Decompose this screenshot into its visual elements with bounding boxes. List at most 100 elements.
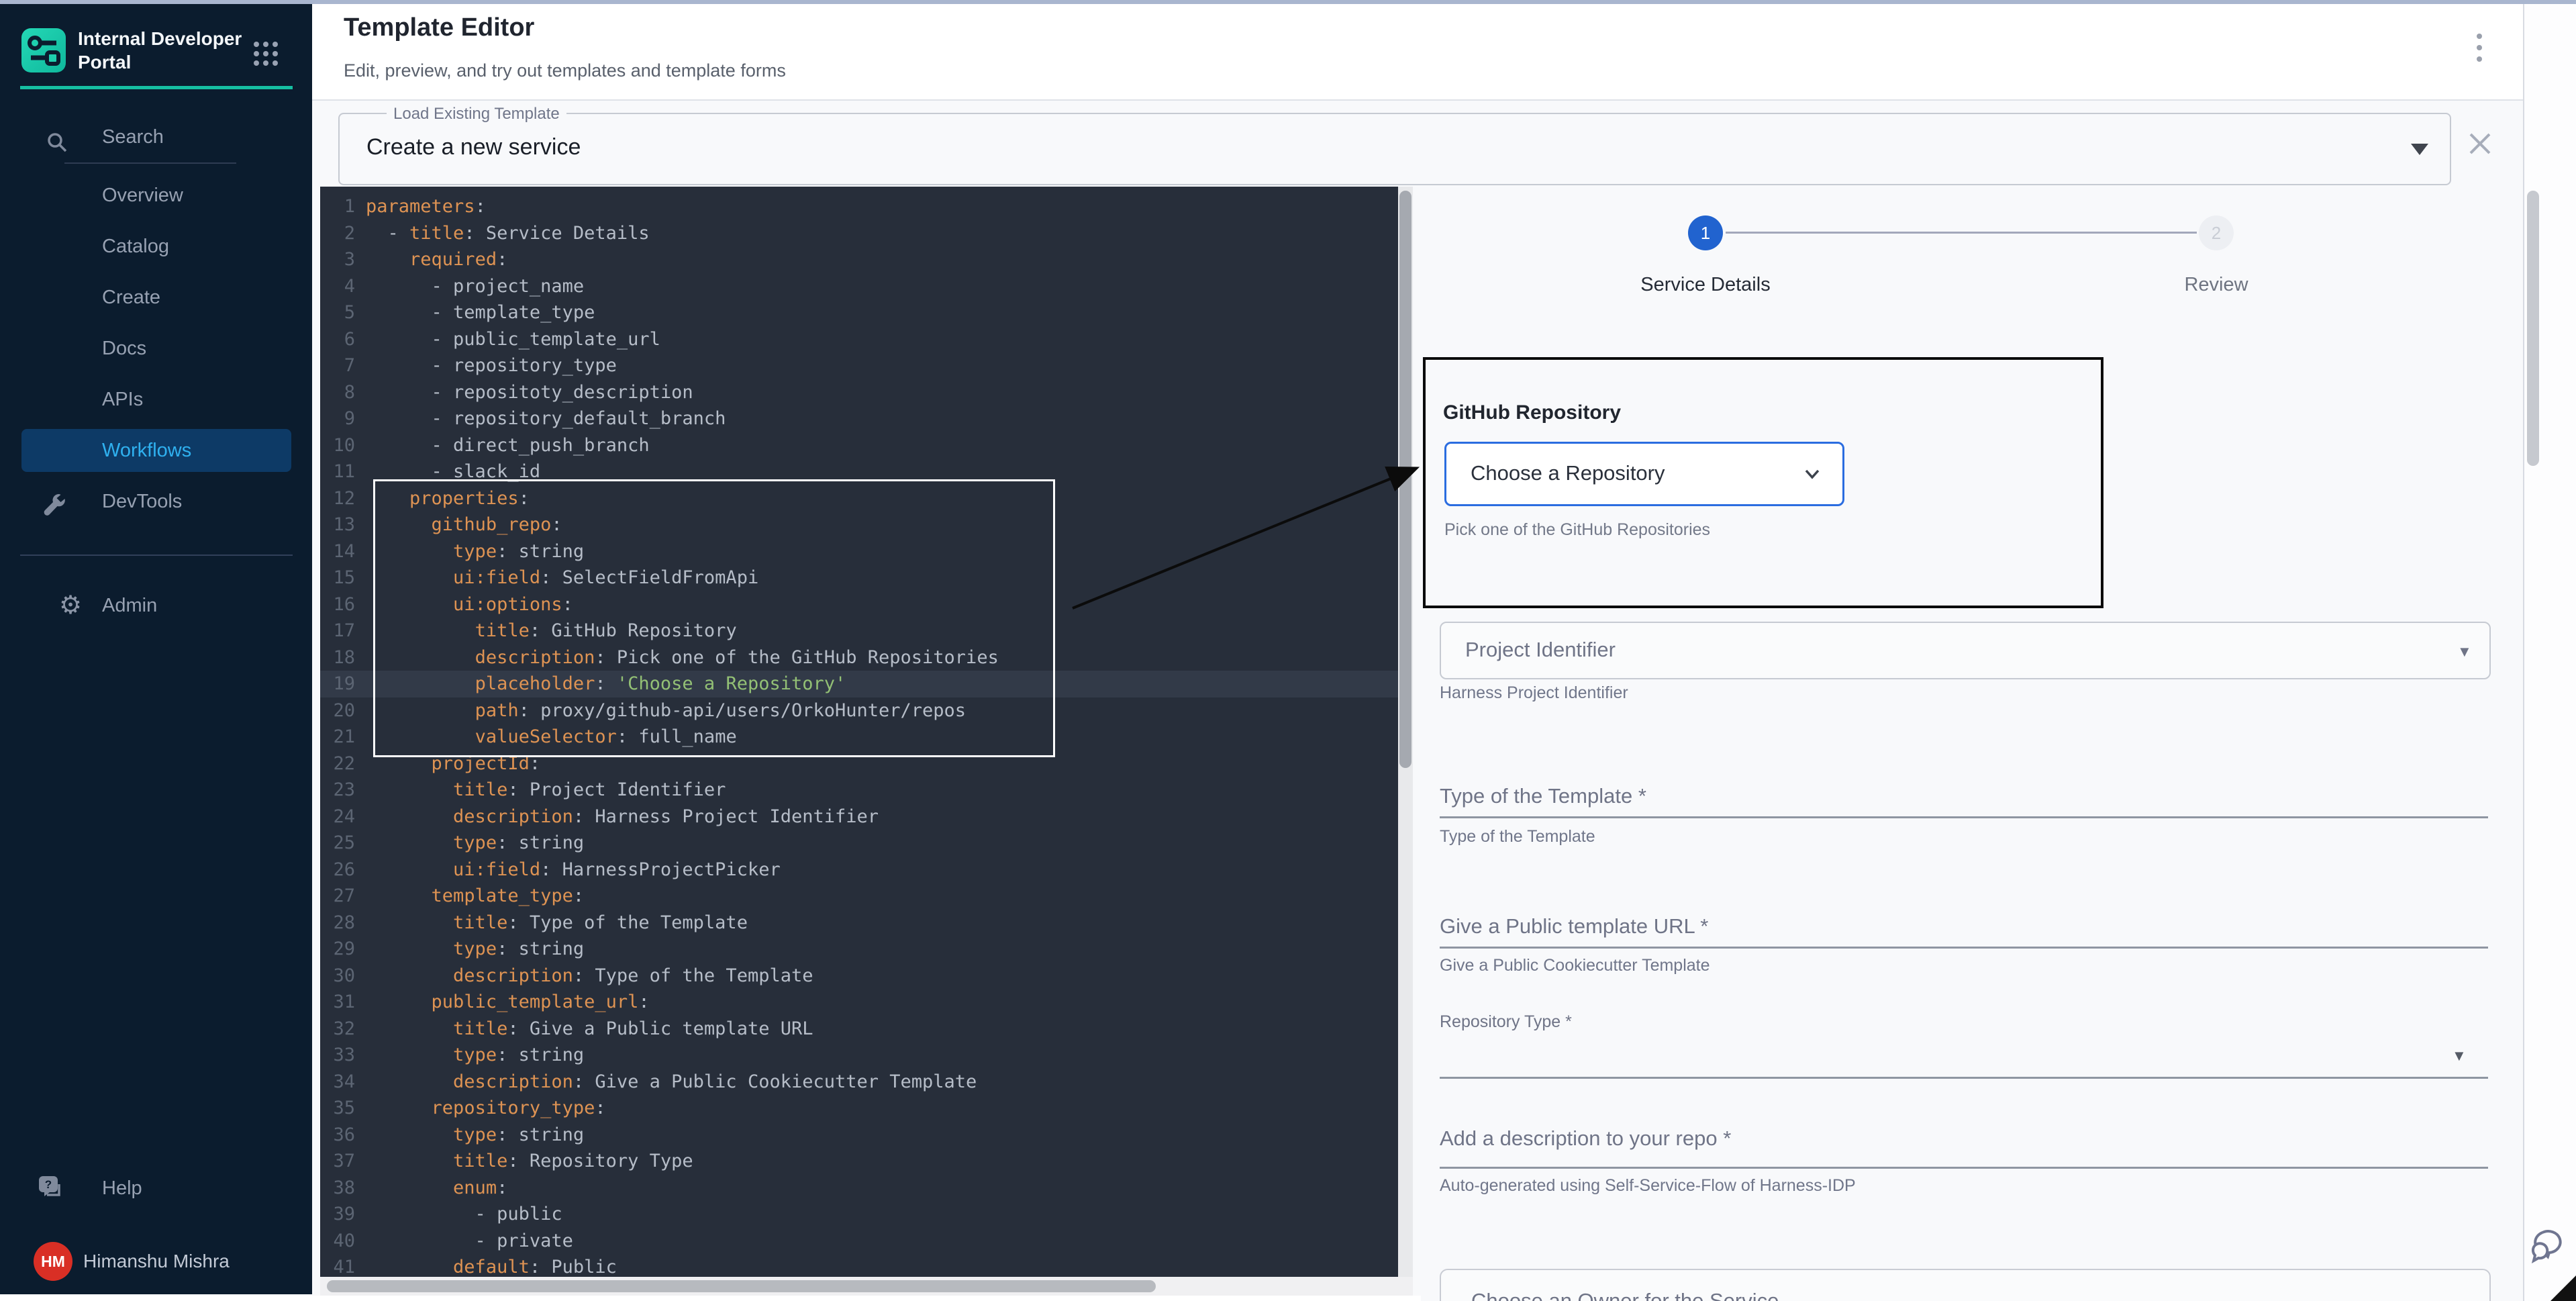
code-text: - repository_default_branch <box>366 405 726 432</box>
stepper-step-1[interactable]: 1 <box>1688 215 1723 250</box>
sidebar-item-workflows[interactable]: Workflows <box>21 429 291 472</box>
line-number: 19 <box>320 671 355 697</box>
template-type-field-underline <box>1440 816 2488 818</box>
public-template-url-field-helper: Give a Public Cookiecutter Template <box>1440 956 1710 975</box>
sidebar-item-devtools[interactable]: DevTools <box>21 480 291 523</box>
code-line-24[interactable]: 24 description: Harness Project Identifi… <box>320 804 1413 830</box>
code-line-28[interactable]: 28 title: Type of the Template <box>320 910 1413 936</box>
code-line-9[interactable]: 9 - repository_default_branch <box>320 405 1413 432</box>
code-line-27[interactable]: 27 template_type: <box>320 883 1413 910</box>
kebab-menu-icon[interactable] <box>2477 34 2483 68</box>
sidebar-item-create[interactable]: Create <box>21 276 291 319</box>
sidebar-item-help[interactable]: ? Help <box>21 1167 291 1210</box>
sidebar-item-apis[interactable]: APIs <box>21 378 291 421</box>
load-existing-template-value: Create a new service <box>366 134 581 160</box>
user-name: Himanshu Mishra <box>83 1241 230 1282</box>
line-number: 13 <box>320 512 355 538</box>
code-line-40[interactable]: 40 - private <box>320 1228 1413 1255</box>
repository-type-label: Repository Type * <box>1440 1012 1572 1032</box>
code-line-23[interactable]: 23 title: Project Identifier <box>320 777 1413 804</box>
apps-grid-icon[interactable] <box>254 42 281 68</box>
line-number: 33 <box>320 1042 355 1069</box>
repo-description-field-label[interactable]: Add a description to your repo * <box>1440 1126 1731 1151</box>
line-number: 17 <box>320 618 355 644</box>
code-line-33[interactable]: 33 type: string <box>320 1042 1413 1069</box>
line-number: 34 <box>320 1069 355 1096</box>
code-line-1[interactable]: 1parameters: <box>320 193 1413 220</box>
sidebar-item-label: Create <box>102 276 160 319</box>
line-number: 8 <box>320 379 355 406</box>
line-number: 23 <box>320 777 355 804</box>
user-menu[interactable]: HM Himanshu Mishra <box>21 1241 303 1285</box>
line-number: 35 <box>320 1095 355 1122</box>
sidebar-item-catalog[interactable]: Catalog <box>21 225 291 268</box>
code-line-3[interactable]: 3 required: <box>320 246 1413 273</box>
line-number: 4 <box>320 273 355 300</box>
code-line-6[interactable]: 6 - public_template_url <box>320 326 1413 353</box>
sidebar-item-search[interactable]: Search <box>21 115 291 158</box>
project-identifier-select[interactable]: Project Identifier ▼ <box>1440 622 2491 679</box>
line-number: 14 <box>320 538 355 565</box>
search-divider <box>64 162 236 164</box>
code-line-39[interactable]: 39 - public <box>320 1201 1413 1228</box>
sidebar-item-admin[interactable]: ⚙ Admin <box>21 584 291 627</box>
line-number: 25 <box>320 830 355 857</box>
page-title: Template Editor <box>344 13 534 42</box>
line-number: 36 <box>320 1122 355 1149</box>
load-existing-template-select[interactable]: Load Existing Template Create a new serv… <box>338 113 2451 185</box>
github-repository-select[interactable]: Choose a Repository <box>1444 442 1844 506</box>
sidebar-item-overview[interactable]: Overview <box>21 174 291 217</box>
line-number: 29 <box>320 936 355 963</box>
line-number: 40 <box>320 1228 355 1255</box>
code-line-37[interactable]: 37 title: Repository Type <box>320 1148 1413 1175</box>
code-line-32[interactable]: 32 title: Give a Public template URL <box>320 1016 1413 1043</box>
code-line-34[interactable]: 34 description: Give a Public Cookiecutt… <box>320 1069 1413 1096</box>
code-line-29[interactable]: 29 type: string <box>320 936 1413 963</box>
code-line-26[interactable]: 26 ui:field: HarnessProjectPicker <box>320 857 1413 883</box>
line-number: 16 <box>320 591 355 618</box>
code-line-30[interactable]: 30 description: Type of the Template <box>320 963 1413 990</box>
stepper-step-2-label: Review <box>2116 274 2317 296</box>
github-repository-select-value: Choose a Repository <box>1471 461 1665 485</box>
editor-horizontal-scrollbar[interactable] <box>320 1277 1413 1296</box>
owner-select[interactable]: Choose an Owner for the Service <box>1440 1269 2491 1301</box>
code-line-10[interactable]: 10 - direct_push_branch <box>320 432 1413 459</box>
code-line-7[interactable]: 7 - repository_type <box>320 352 1413 379</box>
template-type-field-label[interactable]: Type of the Template * <box>1440 784 1646 808</box>
code-line-25[interactable]: 25 type: string <box>320 830 1413 857</box>
project-identifier-placeholder: Project Identifier <box>1465 638 1616 662</box>
repo-description-field-underline <box>1440 1167 2488 1169</box>
repo-description-field-helper: Auto-generated using Self-Service-Flow o… <box>1440 1176 1856 1196</box>
bottom-strip <box>312 1296 1421 1301</box>
svg-text:?: ? <box>45 1178 52 1191</box>
code-line-35[interactable]: 35 repository_type: <box>320 1095 1413 1122</box>
line-number: 39 <box>320 1201 355 1228</box>
code-text: - repositoty_description <box>366 379 693 406</box>
chat-bubbles-icon[interactable] <box>2528 1223 2571 1267</box>
code-line-4[interactable]: 4 - project_name <box>320 273 1413 300</box>
code-text: type: string <box>366 936 584 963</box>
code-line-8[interactable]: 8 - repositoty_description <box>320 379 1413 406</box>
code-line-31[interactable]: 31 public_template_url: <box>320 989 1413 1016</box>
stepper-step-2[interactable]: 2 <box>2199 215 2234 250</box>
page-scrollbar-thumb[interactable] <box>2527 191 2539 466</box>
editor-vertical-scrollbar-thumb[interactable] <box>1399 191 1411 768</box>
code-text: title: Type of the Template <box>366 910 748 936</box>
public-template-url-field-underline <box>1440 947 2488 949</box>
code-line-5[interactable]: 5 - template_type <box>320 299 1413 326</box>
line-number: 6 <box>320 326 355 353</box>
code-line-38[interactable]: 38 enum: <box>320 1175 1413 1202</box>
editor-horizontal-scrollbar-thumb[interactable] <box>327 1280 1156 1292</box>
code-line-2[interactable]: 2 - title: Service Details <box>320 220 1413 247</box>
editor-vertical-scrollbar[interactable] <box>1398 187 1413 1296</box>
code-line-36[interactable]: 36 type: string <box>320 1122 1413 1149</box>
repository-type-select[interactable]: Repository Type * ▼ <box>1440 1012 2488 1079</box>
gear-icon: ⚙ <box>59 592 82 619</box>
line-number: 24 <box>320 804 355 830</box>
line-number: 12 <box>320 485 355 512</box>
public-template-url-field-label[interactable]: Give a Public template URL * <box>1440 914 1708 938</box>
sidebar-item-docs[interactable]: Docs <box>21 327 291 370</box>
close-icon[interactable] <box>2467 130 2493 160</box>
line-number: 20 <box>320 697 355 724</box>
code-text: required: <box>366 246 507 273</box>
